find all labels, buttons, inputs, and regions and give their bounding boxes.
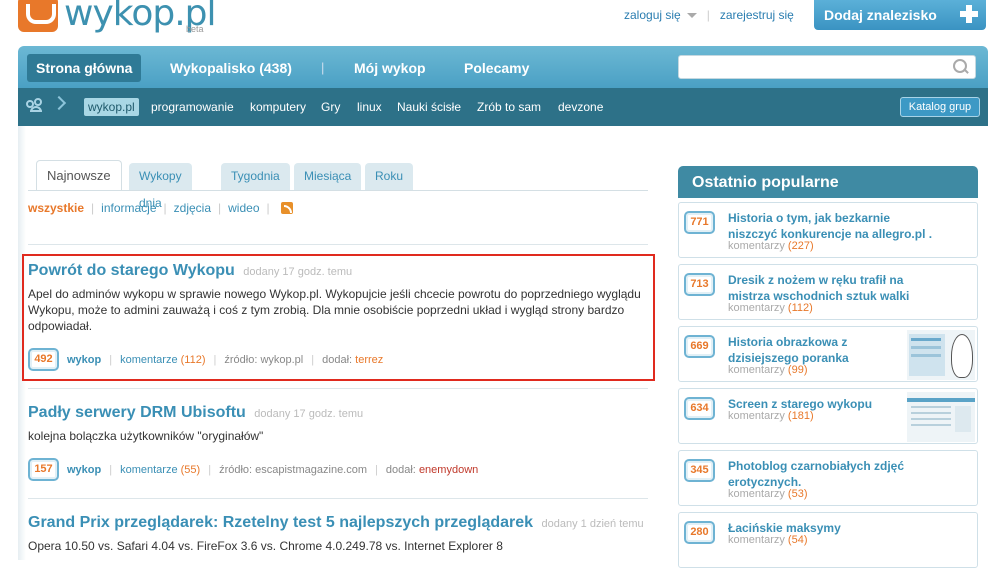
vote-count-badge[interactable]: 634 — [684, 397, 715, 420]
popular-thumbnail[interactable] — [907, 330, 975, 380]
popular-heading: Ostatnio popularne — [678, 166, 978, 198]
author-link[interactable]: enemydown — [419, 464, 478, 476]
tabs-divider — [28, 190, 648, 191]
chevron-right-icon — [51, 95, 67, 111]
add-finding-label: Dodaj znalezisko — [824, 7, 937, 23]
entry-source: źródło: escapistmagazine.com — [219, 463, 368, 476]
divider: | — [706, 8, 710, 22]
group-tag-gry[interactable]: Gry — [321, 98, 340, 116]
group-tag-wykop[interactable]: wykop.pl — [84, 98, 139, 116]
group-catalog-button[interactable]: Katalog grup — [900, 97, 980, 117]
popular-item[interactable]: 713 Dresik z nożem w ręku trafił na mist… — [678, 264, 978, 320]
popular-thumbnail[interactable] — [907, 392, 975, 442]
divider — [28, 388, 648, 389]
groups-icon[interactable] — [26, 98, 48, 116]
entry-description: kolejna bolączka użytkowników "oryginałó… — [28, 429, 264, 443]
popular-comments: komentarzy (112) — [728, 302, 813, 314]
entry-meta: 157 wykop | komentarze (55) | źródło: es… — [28, 458, 478, 481]
search-icon[interactable] — [953, 59, 969, 75]
group-tag-nauki[interactable]: Nauki ścisłe — [397, 98, 461, 116]
nav-item-my-wykop[interactable]: Mój wykop — [354, 54, 426, 82]
added-by-label: dodał: — [385, 463, 416, 476]
search-input[interactable] — [678, 55, 976, 79]
entry-title-link[interactable]: Grand Prix przeglądarek: Rzetelny test 5… — [28, 514, 533, 531]
comments-count: (55) — [180, 463, 201, 476]
entry-date: dodany 17 godz. temu — [254, 408, 364, 420]
add-finding-button[interactable]: Dodaj znalezisko — [814, 0, 986, 30]
vote-count-badge[interactable]: 669 — [684, 335, 715, 358]
filter-photos[interactable]: zdjęcia — [174, 201, 211, 215]
vote-count-badge[interactable]: 771 — [684, 211, 715, 234]
wykop-logo-icon — [18, 0, 58, 32]
nav-item-recommended[interactable]: Polecamy — [464, 54, 529, 82]
popular-title-link[interactable]: Historia obrazkowa z dzisiejszego porank… — [728, 334, 898, 366]
tab-day[interactable]: Wykopy dnia — [129, 163, 192, 210]
popular-title-link[interactable]: Dresik z nożem w ręku trafił na mistrza … — [728, 272, 938, 304]
vote-count-badge[interactable]: 345 — [684, 459, 715, 482]
auth-links: zaloguj się | zarejestruj się — [624, 8, 794, 22]
tab-week[interactable]: Tygodnia — [221, 163, 290, 190]
entry-description: Opera 10.50 vs. Safari 4.04 vs. FireFox … — [28, 539, 503, 553]
list-item: Padły serwery DRM Ubisoftu dodany 17 god… — [28, 404, 648, 481]
highlight-box — [22, 254, 655, 381]
plus-icon — [960, 5, 978, 23]
group-tag-komputery[interactable]: komputery — [250, 98, 306, 116]
tab-year[interactable]: Roku — [365, 163, 414, 190]
logo-beta-label: beta — [186, 24, 204, 34]
vote-count-badge[interactable]: 280 — [684, 521, 715, 544]
filter-news[interactable]: informacje — [101, 201, 156, 215]
group-tag-zrob[interactable]: Zrób to sam — [477, 98, 541, 116]
entry-date: dodany 1 dzień temu — [541, 518, 644, 530]
popular-comments: komentarzy (227) — [728, 240, 814, 252]
nav-item-wykopalisko[interactable]: Wykopalisko (438) — [170, 54, 292, 82]
vote-count-badge[interactable]: 157 — [28, 458, 59, 481]
tab-month[interactable]: Miesiąca — [294, 163, 362, 190]
filter-all[interactable]: wszystkie — [28, 201, 84, 215]
divider — [28, 498, 648, 499]
divider — [28, 244, 648, 245]
popular-comments: komentarzy (53) — [728, 488, 808, 500]
group-tag-devzone[interactable]: devzone — [558, 98, 603, 116]
comments-link[interactable]: komentarze — [120, 464, 177, 476]
popular-item[interactable]: 669 Historia obrazkowa z dzisiejszego po… — [678, 326, 978, 382]
group-tag-linux[interactable]: linux — [357, 98, 382, 116]
popular-title-link[interactable]: Historia o tym, jak bezkarnie niszczyć k… — [728, 210, 938, 242]
vote-count-badge[interactable]: 713 — [684, 273, 715, 296]
popular-title-link[interactable]: Photoblog czarnobiałych zdjęć erotycznyc… — [728, 458, 958, 490]
type-filters: wszystkie | informacje | zdjęcia | wideo… — [28, 201, 293, 215]
group-nav: wykop.pl programowanie komputery Gry lin… — [18, 88, 988, 126]
popular-comments: komentarzy (181) — [728, 410, 814, 422]
wykop-button[interactable]: wykop — [67, 464, 101, 476]
popular-comments: komentarzy (54) — [728, 534, 808, 546]
tab-newest[interactable]: Najnowsze — [36, 160, 122, 191]
main-nav: Strona główna Wykopalisko (438) | Mój wy… — [18, 46, 988, 88]
register-link[interactable]: zarejestruj się — [720, 8, 794, 22]
popular-item[interactable]: 771 Historia o tym, jak bezkarnie niszcz… — [678, 202, 978, 258]
list-item: Grand Prix przeglądarek: Rzetelny test 5… — [28, 514, 648, 554]
login-link[interactable]: zaloguj się — [624, 8, 681, 22]
filter-video[interactable]: wideo — [228, 201, 259, 215]
nav-divider: | — [321, 60, 325, 75]
entry-title-link[interactable]: Padły serwery DRM Ubisoftu — [28, 404, 246, 421]
nav-item-home[interactable]: Strona główna — [27, 54, 142, 82]
popular-item[interactable]: 634 Screen z starego wykopu komentarzy (… — [678, 388, 978, 444]
popular-comments: komentarzy (99) — [728, 364, 808, 376]
group-tag-programowanie[interactable]: programowanie — [151, 98, 234, 116]
popular-item[interactable]: 345 Photoblog czarnobiałych zdjęć erotyc… — [678, 450, 978, 506]
chevron-down-icon[interactable] — [686, 12, 697, 18]
rss-icon[interactable] — [280, 202, 293, 214]
